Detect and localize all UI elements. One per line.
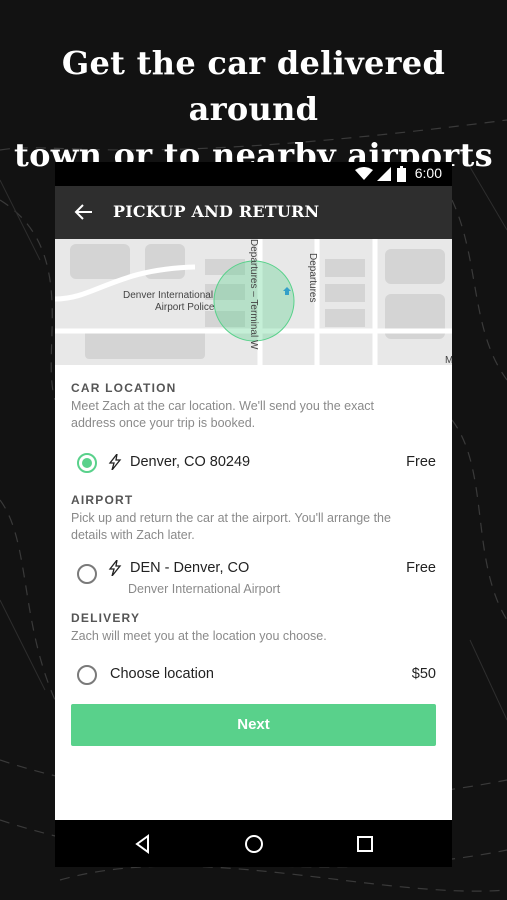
option-sublabel: Denver International Airport bbox=[128, 582, 281, 596]
instant-book-icon bbox=[108, 454, 122, 470]
recents-square-icon[interactable] bbox=[353, 832, 377, 856]
section-desc-car-location: Meet Zach at the car location. We'll sen… bbox=[71, 398, 374, 432]
option-price: Free bbox=[406, 560, 436, 576]
signal-icon bbox=[377, 167, 391, 181]
home-circle-icon[interactable] bbox=[242, 832, 266, 856]
map-label-police-1: Denver International bbox=[123, 290, 213, 301]
app-bar: PICKUP AND RETURN bbox=[55, 186, 452, 239]
wifi-icon bbox=[355, 167, 373, 180]
option-airport[interactable]: DEN - Denver, CO Denver International Ai… bbox=[71, 551, 436, 601]
option-delivery[interactable]: Choose location $50 bbox=[71, 657, 436, 693]
phone-screen: 6:00 PICKUP AND RETURN Denver Internatio… bbox=[55, 162, 452, 867]
section-title-car-location: CAR LOCATION bbox=[71, 381, 177, 395]
map-graphic: Denver International Airport Police Depa… bbox=[55, 239, 452, 365]
option-label: Choose location bbox=[110, 666, 214, 682]
radio-airport[interactable] bbox=[77, 564, 97, 584]
section-title-delivery: DELIVERY bbox=[71, 611, 141, 625]
map[interactable]: Denver International Airport Police Depa… bbox=[55, 239, 452, 365]
desc-line: details with Zach later. bbox=[71, 528, 195, 542]
battery-icon bbox=[397, 166, 406, 182]
desc-line: Meet Zach at the car location. We'll sen… bbox=[71, 399, 375, 413]
headline-line-1: Get the car delivered around bbox=[61, 44, 446, 128]
status-bar: 6:00 bbox=[55, 162, 452, 186]
status-time: 6:00 bbox=[414, 165, 442, 181]
radio-delivery[interactable] bbox=[77, 665, 97, 685]
desc-line: Pick up and return the car at the airpor… bbox=[71, 511, 391, 525]
instant-book-icon bbox=[108, 560, 122, 576]
map-label-departures: Departures bbox=[307, 253, 318, 302]
option-label: DEN - Denver, CO bbox=[130, 560, 250, 576]
next-button[interactable]: Next bbox=[71, 704, 436, 746]
desc-line: address once your trip is booked. bbox=[71, 416, 256, 430]
section-desc-delivery: Zach will meet you at the location you c… bbox=[71, 628, 327, 645]
desc-line: Zach will meet you at the location you c… bbox=[71, 629, 327, 643]
back-triangle-icon[interactable] bbox=[131, 832, 155, 856]
section-desc-airport: Pick up and return the car at the airpor… bbox=[71, 510, 391, 544]
page-title: PICKUP AND RETURN bbox=[113, 202, 320, 221]
map-label-police-2: Airport Police bbox=[155, 302, 215, 313]
headline: Get the car delivered around town or to … bbox=[0, 40, 507, 178]
option-price: $50 bbox=[411, 666, 436, 682]
map-label-terminal: Departures – Terminal W bbox=[248, 239, 259, 350]
section-title-airport: AIRPORT bbox=[71, 493, 134, 507]
navigation-bar bbox=[55, 820, 452, 867]
option-price: Free bbox=[406, 454, 436, 470]
option-label: Denver, CO 80249 bbox=[130, 454, 251, 470]
back-arrow-icon[interactable] bbox=[72, 200, 96, 224]
map-label-edge: M bbox=[445, 355, 452, 365]
option-car-location[interactable]: Denver, CO 80249 Free bbox=[71, 445, 436, 481]
radio-car-location[interactable] bbox=[77, 453, 97, 473]
